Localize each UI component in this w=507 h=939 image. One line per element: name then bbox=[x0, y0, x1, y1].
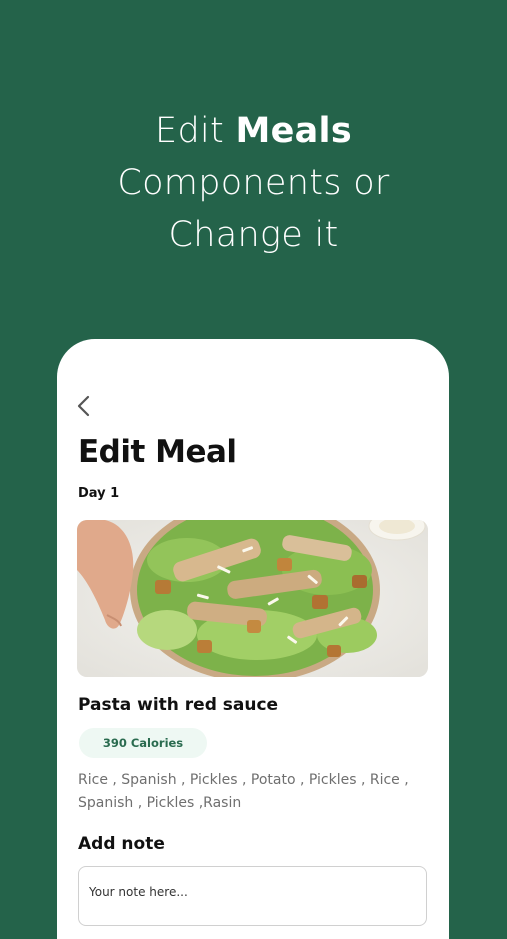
day-label: Day 1 bbox=[78, 486, 120, 501]
promo-line-1: Edit Meals bbox=[0, 105, 507, 157]
add-note-label: Add note bbox=[78, 834, 165, 854]
promo-heading: Edit Meals Components or Change it bbox=[0, 105, 507, 261]
calories-badge: 390 Calories bbox=[79, 728, 207, 758]
promo-line-1-bold: Meals bbox=[235, 111, 352, 151]
back-button[interactable] bbox=[75, 395, 95, 417]
caesar-salad-photo bbox=[77, 520, 428, 677]
phone-screen: Edit Meal Day 1 Pasta with red sauce 390… bbox=[57, 339, 449, 939]
promo-line-2: Components or bbox=[117, 163, 390, 203]
meal-name: Pasta with red sauce bbox=[78, 695, 279, 715]
promo-line-1-prefix: Edit bbox=[155, 111, 225, 151]
note-input[interactable] bbox=[78, 866, 427, 926]
promo-line-3: Change it bbox=[168, 215, 339, 255]
meal-image bbox=[77, 520, 428, 677]
ingredients-list: Rice , Spanish , Pickles , Potato , Pick… bbox=[78, 772, 409, 811]
chevron-left-icon bbox=[77, 395, 90, 417]
page-title: Edit Meal bbox=[78, 434, 237, 470]
